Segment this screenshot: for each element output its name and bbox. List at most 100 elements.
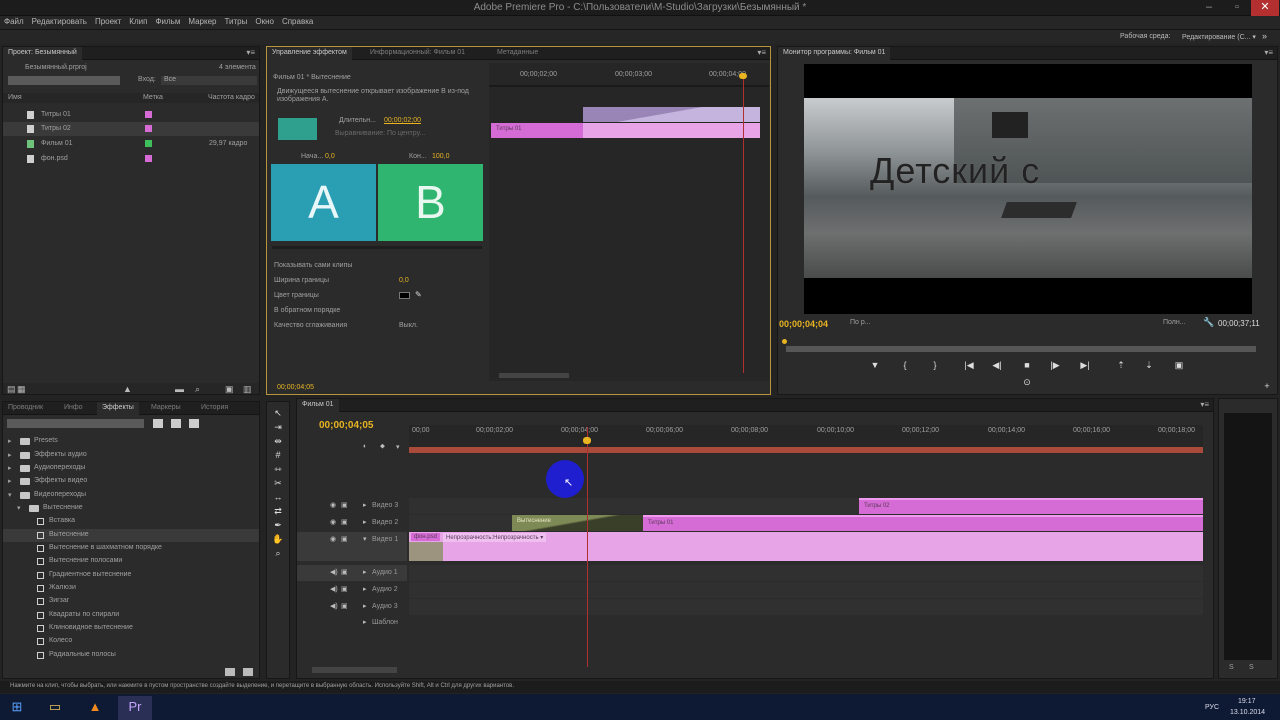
- menu-sequence[interactable]: Фильм: [151, 16, 184, 26]
- export-frame-icon[interactable]: ▣: [1172, 359, 1186, 371]
- rolling-edit-tool-icon[interactable]: #: [272, 449, 284, 461]
- video-frame[interactable]: Детский с: [804, 64, 1252, 314]
- preview-a[interactable]: A: [271, 164, 376, 241]
- tree-item-effect[interactable]: Жалюзи: [3, 582, 259, 595]
- timeline-timecode[interactable]: 00;00;04;05: [319, 420, 373, 431]
- menu-titles[interactable]: Титры: [220, 16, 251, 26]
- language-indicator[interactable]: РУС: [1205, 704, 1219, 711]
- track-header-master[interactable]: ▸ Шаблон: [297, 615, 407, 631]
- zoom-scrollbar[interactable]: [312, 667, 397, 673]
- tree-item-effect[interactable]: Зигзаг: [3, 595, 259, 608]
- close-button[interactable]: ✕: [1251, 0, 1279, 16]
- tab-history[interactable]: История: [196, 402, 233, 415]
- eye-icon[interactable]: ◉: [330, 535, 336, 543]
- tree-item-effect[interactable]: Колесо: [3, 635, 259, 648]
- transition-bar[interactable]: [583, 107, 760, 122]
- menu-edit[interactable]: Редактировать: [28, 16, 91, 26]
- duration-value[interactable]: 00;00;02;00: [384, 117, 421, 124]
- tab-effects[interactable]: Эффекты: [97, 402, 139, 415]
- tree-item-effect[interactable]: Клиновидное вытеснение: [3, 622, 259, 635]
- workspace-expand-icon[interactable]: »: [1262, 31, 1267, 41]
- start-slider[interactable]: [272, 246, 482, 249]
- tree-item-effect[interactable]: Вытеснение в шахматном порядке: [3, 542, 259, 555]
- lock-icon[interactable]: ▣: [341, 518, 348, 526]
- selection-tool-icon[interactable]: ↖: [272, 407, 284, 419]
- lock-icon[interactable]: ▣: [341, 602, 348, 610]
- razor-tool-icon[interactable]: ✂: [272, 477, 284, 489]
- fit-select[interactable]: По р...: [850, 319, 871, 326]
- track-header-v1[interactable]: ◉ ▣ ▾ Видео 1: [297, 532, 407, 561]
- timeline-playhead[interactable]: [587, 427, 588, 667]
- go-to-in-icon[interactable]: |◀: [962, 359, 976, 371]
- lock-icon[interactable]: ▣: [341, 535, 348, 543]
- tab-effect-controls[interactable]: Управление эффектом: [267, 47, 352, 60]
- program-timecode[interactable]: 00;00;04;04: [779, 319, 828, 329]
- tree-item-effect[interactable]: Квадраты по спирали: [3, 609, 259, 622]
- snap-icon[interactable]: ◐: [363, 443, 367, 450]
- explorer-icon[interactable]: ▭: [38, 696, 72, 720]
- playhead[interactable]: [743, 73, 744, 373]
- entry-select[interactable]: Все: [161, 76, 257, 85]
- col-framerate[interactable]: Частота кадро: [208, 94, 255, 101]
- tab-markers[interactable]: Маркеры: [146, 402, 186, 415]
- speaker-icon[interactable]: ◀): [330, 568, 338, 576]
- step-forward-icon[interactable]: |▶: [1048, 359, 1062, 371]
- add-marker-icon[interactable]: ⬥: [380, 443, 385, 451]
- clip-titles02[interactable]: Титры 02: [859, 498, 1203, 514]
- clip-b-bar[interactable]: [583, 123, 760, 138]
- lock-icon[interactable]: ▣: [341, 568, 348, 576]
- hand-tool-icon[interactable]: ✋: [272, 533, 284, 545]
- new-bin-icon[interactable]: ▬: [175, 384, 184, 394]
- clip-titles01[interactable]: Титры 01: [643, 515, 1203, 531]
- start-icon[interactable]: ⊞: [0, 696, 34, 720]
- tab-info2[interactable]: Инфо: [59, 402, 88, 415]
- antialias-select[interactable]: Выкл.: [399, 322, 418, 329]
- menu-project[interactable]: Проект: [91, 16, 125, 26]
- menu-window[interactable]: Окно: [251, 16, 278, 26]
- effects-search-input[interactable]: [7, 419, 144, 428]
- mark-in-icon[interactable]: {: [898, 359, 912, 371]
- tree-item-video-transitions[interactable]: ▾ Видеопереходы: [3, 489, 259, 502]
- panel-menu-icon[interactable]: ▾≡: [246, 48, 255, 57]
- menu-file[interactable]: Файл: [0, 16, 28, 26]
- track-header-v2[interactable]: ◉ ▣ ▸ Видео 2: [297, 515, 407, 531]
- col-name[interactable]: Имя: [8, 94, 22, 101]
- playhead-marker-icon[interactable]: [739, 73, 747, 79]
- delete-icon[interactable]: [243, 668, 253, 676]
- add-marker-icon[interactable]: ▼: [868, 359, 882, 371]
- tab-media-browser[interactable]: Проводник: [3, 402, 48, 415]
- tree-item-effect[interactable]: Вытеснение полосами: [3, 555, 259, 568]
- search-input[interactable]: [8, 76, 120, 85]
- tree-item-audio-transitions[interactable]: ▸ Аудиопереходы: [3, 462, 259, 475]
- menu-marker[interactable]: Маркер: [184, 16, 220, 26]
- step-back-icon[interactable]: ◀|: [990, 359, 1004, 371]
- tab-info[interactable]: Информационный: Фильм 01: [365, 47, 470, 60]
- list-view-icon[interactable]: ▤: [7, 384, 16, 395]
- panel-menu-icon[interactable]: ▾≡: [1264, 48, 1273, 57]
- scrollbar[interactable]: [499, 373, 569, 378]
- tree-item-effect[interactable]: Градиентное вытеснение: [3, 569, 259, 582]
- solo-right-icon[interactable]: S: [1249, 664, 1254, 671]
- eye-icon[interactable]: ◉: [330, 501, 336, 509]
- clip-background[interactable]: фон.psd Непрозрачность:Непрозрачность ▾: [409, 532, 1203, 561]
- eyedropper-icon[interactable]: ✎: [415, 290, 422, 299]
- pen-tool-icon[interactable]: ✒: [272, 519, 284, 531]
- list-item[interactable]: Титры 02: [3, 122, 259, 136]
- yuv-filter-icon[interactable]: [189, 419, 199, 428]
- tree-item-audio-effects[interactable]: ▸ Эффекты аудио: [3, 449, 259, 462]
- rate-stretch-tool-icon[interactable]: ⇿: [272, 463, 284, 475]
- settings-icon[interactable]: ▾: [396, 443, 400, 451]
- col-label[interactable]: Метка: [143, 94, 163, 101]
- speaker-icon[interactable]: ◀): [330, 585, 338, 593]
- menu-clip[interactable]: Клип: [125, 16, 151, 26]
- clock-date[interactable]: 13.10.2014: [1230, 709, 1265, 716]
- slide-tool-icon[interactable]: ⇄: [272, 505, 284, 517]
- border-width-value[interactable]: 0,0: [399, 277, 409, 284]
- new-bin-icon[interactable]: [225, 668, 235, 676]
- quality-select[interactable]: Полн...: [1163, 319, 1186, 326]
- lock-icon[interactable]: ▣: [341, 501, 348, 509]
- panel-menu-icon[interactable]: ▾≡: [757, 48, 766, 57]
- tree-item-effect[interactable]: Вытеснение: [3, 529, 259, 542]
- lock-icon[interactable]: ▣: [341, 585, 348, 593]
- accelerated-filter-icon[interactable]: [153, 419, 163, 428]
